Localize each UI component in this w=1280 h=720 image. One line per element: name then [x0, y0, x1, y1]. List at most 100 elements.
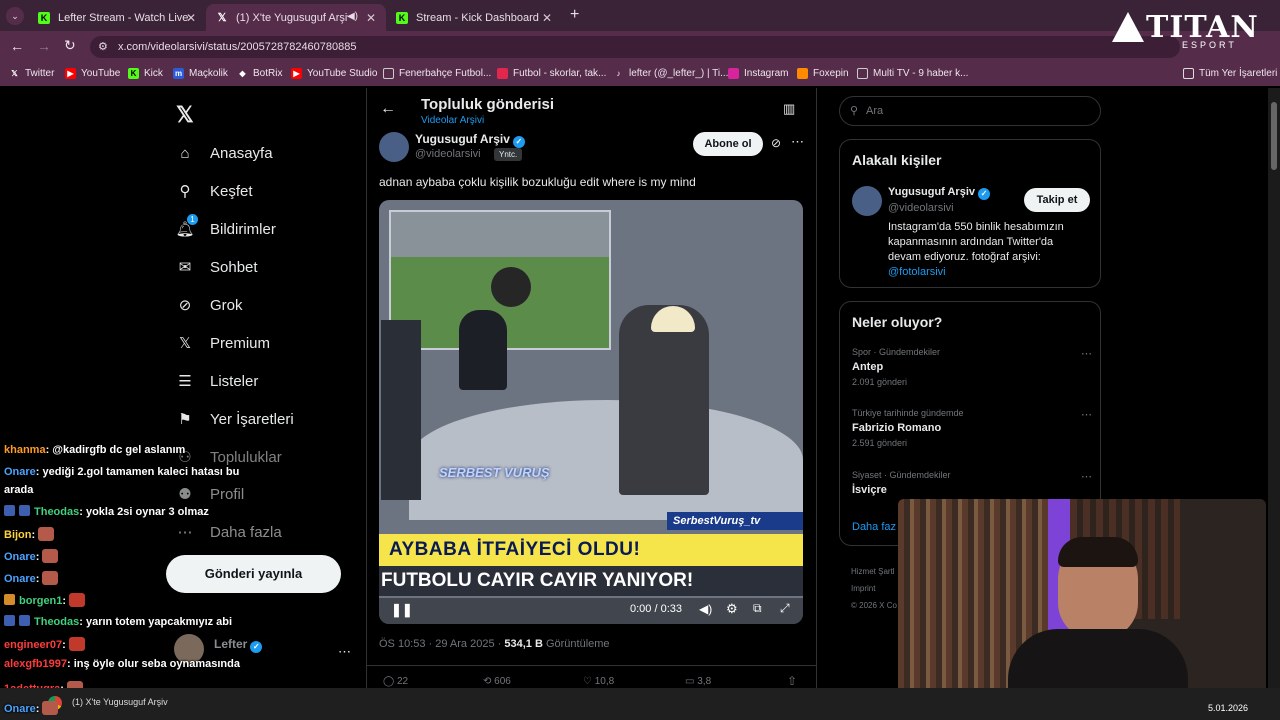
- volume-icon[interactable]: ◀): [699, 602, 712, 616]
- close-tab-icon[interactable]: ✕: [366, 11, 376, 25]
- author-name[interactable]: Yugusuguf Arşiv ✓: [415, 132, 525, 148]
- tab-kick-dashboard[interactable]: K Stream - Kick Dashboard ✕: [386, 4, 562, 31]
- nav-grok[interactable]: ⊘ Grok: [174, 294, 243, 316]
- new-tab-icon[interactable]: +: [570, 6, 579, 24]
- bookmark-botrix[interactable]: ◆ BotRix: [237, 68, 282, 79]
- related-name[interactable]: Yugusuguf Arşiv ✓: [888, 186, 990, 200]
- bookmark-all-bookmarks[interactable]: Tüm Yer İşaretleri: [1183, 68, 1277, 79]
- like-button[interactable]: ♡ 10,8: [583, 676, 614, 687]
- nav-profile[interactable]: ⚉ Profil: [174, 483, 244, 505]
- trend-item[interactable]: Türkiye tarihinde gündemde Fabrizio Roma…: [852, 408, 1092, 458]
- nav-communities[interactable]: ⚇ Topluluklar: [174, 446, 281, 468]
- bookmarks-bar: 𝕏 Twitter ▶ YouTube K Kick m Maçkolik ◆ BotRi…: [0, 63, 1280, 86]
- author-handle[interactable]: @videolarsivi: [415, 148, 481, 160]
- nav-home[interactable]: ⌂ Anasayfa: [174, 142, 272, 164]
- webcam-feed: [898, 499, 1266, 705]
- bookmark-instagram[interactable]: Instagram: [728, 68, 788, 79]
- reply-button[interactable]: ◯ 22: [383, 676, 408, 687]
- bookmark-multi-tv[interactable]: Multi TV - 9 haber k...: [857, 68, 968, 79]
- grok-icon: ⊘: [178, 297, 192, 314]
- taskbar-window[interactable]: (1) X'te Yugusuguf Arşiv: [72, 697, 168, 707]
- bookmark-fenerbahce[interactable]: Fenerbahçe Futbol...: [383, 68, 491, 79]
- divider: [366, 88, 367, 720]
- pause-icon[interactable]: ❚❚: [391, 602, 413, 618]
- bookmark-button[interactable]: ▭ 3,8: [685, 676, 711, 687]
- firefighter: [619, 305, 709, 495]
- reload-icon[interactable]: ↻: [64, 37, 76, 54]
- nav-lists[interactable]: ☰ Listeler: [174, 370, 258, 392]
- speaker-icon[interactable]: ◀): [347, 11, 358, 22]
- nav-more[interactable]: ⋯ Daha fazla: [174, 521, 282, 543]
- author-avatar[interactable]: [379, 132, 409, 162]
- related-avatar[interactable]: [852, 186, 882, 216]
- chat-message: arada: [4, 484, 34, 496]
- foxepin-icon: [797, 68, 808, 79]
- more-options-icon[interactable]: ⋯: [791, 134, 804, 150]
- trend-more-icon[interactable]: ⋯: [1081, 347, 1092, 360]
- tab-search-icon[interactable]: ⌄: [6, 7, 24, 25]
- account-more-icon[interactable]: ⋯: [338, 644, 351, 660]
- trend-more-icon[interactable]: ⋯: [1081, 408, 1092, 421]
- bookmark-twitter[interactable]: 𝕏 Twitter: [9, 68, 54, 79]
- kick-icon: K: [38, 11, 50, 24]
- tab-lefter-stream[interactable]: K Lefter Stream - Watch Live on K ✕: [28, 4, 206, 31]
- video-caption-secondary: FUTBOLU CAYIR CAYIR YANIYOR!: [379, 566, 803, 596]
- follow-button[interactable]: Takip et: [1024, 188, 1090, 212]
- nav-bookmarks[interactable]: ⚑ Yer İşaretleri: [174, 408, 293, 430]
- reader-icon[interactable]: ▥: [783, 101, 795, 117]
- home-icon: ⌂: [180, 144, 190, 162]
- post-button[interactable]: Gönderi yayınla: [166, 555, 341, 593]
- repost-button[interactable]: ⟲ 606: [483, 676, 511, 687]
- close-tab-icon[interactable]: ✕: [542, 11, 552, 25]
- subscribe-button[interactable]: Abone ol: [693, 132, 763, 156]
- post-video[interactable]: SERBEST VURUŞ SerbestVuruş_tv AYBABA İTF…: [379, 200, 803, 624]
- x-logo-icon[interactable]: 𝕏: [176, 102, 194, 128]
- chat-message: Onare:: [4, 701, 59, 715]
- kick-icon: K: [128, 68, 139, 79]
- bio-link[interactable]: @fotolarsivi: [888, 266, 946, 278]
- bookmark-youtube[interactable]: ▶ YouTube: [65, 68, 120, 79]
- settings-icon[interactable]: ⚙: [726, 601, 738, 617]
- address-bar[interactable]: ⚙ x.com/videolarsivi/status/200572878246…: [90, 36, 1180, 58]
- show-more-link[interactable]: Daha faz: [852, 521, 896, 533]
- video-progress[interactable]: ❚❚ 0:00 / 0:33 ◀) ⚙ ⧉ ⤢: [379, 598, 803, 624]
- trend-item[interactable]: Spor · Gündemdekiler Antep 2.091 gönderi…: [852, 347, 1092, 397]
- tab-x-post[interactable]: 𝕏 (1) X'te Yugusuguf Arşiv: "a ◀) ✕: [206, 4, 386, 31]
- pip-icon[interactable]: ⧉: [753, 601, 762, 616]
- badge-icon: [4, 505, 15, 516]
- fullscreen-icon[interactable]: ⤢: [780, 601, 790, 616]
- bookmark-futbol[interactable]: Futbol - skorlar, tak...: [497, 68, 606, 79]
- share-icon[interactable]: ⇧: [787, 674, 797, 688]
- scrollbar-thumb[interactable]: [1271, 102, 1277, 170]
- scrollbar[interactable]: [1268, 88, 1280, 720]
- nav-messages[interactable]: ✉ Sohbet: [174, 256, 258, 278]
- emote-icon: [42, 549, 59, 563]
- channel-tag: SerbestVuruş_tv: [667, 512, 803, 530]
- bookmark-youtube-studio[interactable]: ▶ YouTube Studio: [291, 68, 377, 79]
- bookmark-tiktok[interactable]: ♪ lefter (@_lefter_) | Ti...: [613, 68, 729, 79]
- bookmark-mackolik[interactable]: m Maçkolik: [173, 68, 228, 79]
- back-arrow-icon[interactable]: ←: [380, 100, 396, 118]
- x-icon: 𝕏: [11, 69, 18, 78]
- grok-action-icon[interactable]: ⊘: [771, 136, 781, 150]
- site-info-icon[interactable]: ⚙: [98, 40, 108, 53]
- streamer-hair: [1058, 537, 1138, 567]
- x-icon: 𝕏: [217, 12, 227, 24]
- nav-explore[interactable]: ⚲ Keşfet: [174, 180, 253, 202]
- close-tab-icon[interactable]: ✕: [186, 11, 196, 25]
- nav-notifications[interactable]: 🔔︎ 1 Bildirimler: [174, 214, 276, 240]
- verified-icon: ✓: [250, 641, 263, 653]
- chat-message: Theodas: yarın totem yapcakmıyız abi: [4, 615, 232, 628]
- bookmark-foxepin[interactable]: Foxepin: [797, 68, 849, 79]
- nav-premium[interactable]: 𝕏 Premium: [174, 332, 270, 354]
- bookmark-kick[interactable]: K Kick: [128, 68, 163, 79]
- back-icon[interactable]: ←: [10, 38, 24, 54]
- search-input[interactable]: ⚲ Ara: [839, 96, 1101, 126]
- bookmark-icon: ⚑: [178, 411, 192, 428]
- channel-logo: SERBEST VURUŞ: [439, 465, 550, 480]
- forward-icon[interactable]: →: [37, 38, 51, 54]
- instagram-icon: [728, 68, 739, 79]
- titan-logo: TITAN ESPORT: [1112, 10, 1258, 54]
- community-link[interactable]: Videolar Arşivi: [421, 115, 484, 126]
- trend-more-icon[interactable]: ⋯: [1081, 470, 1092, 483]
